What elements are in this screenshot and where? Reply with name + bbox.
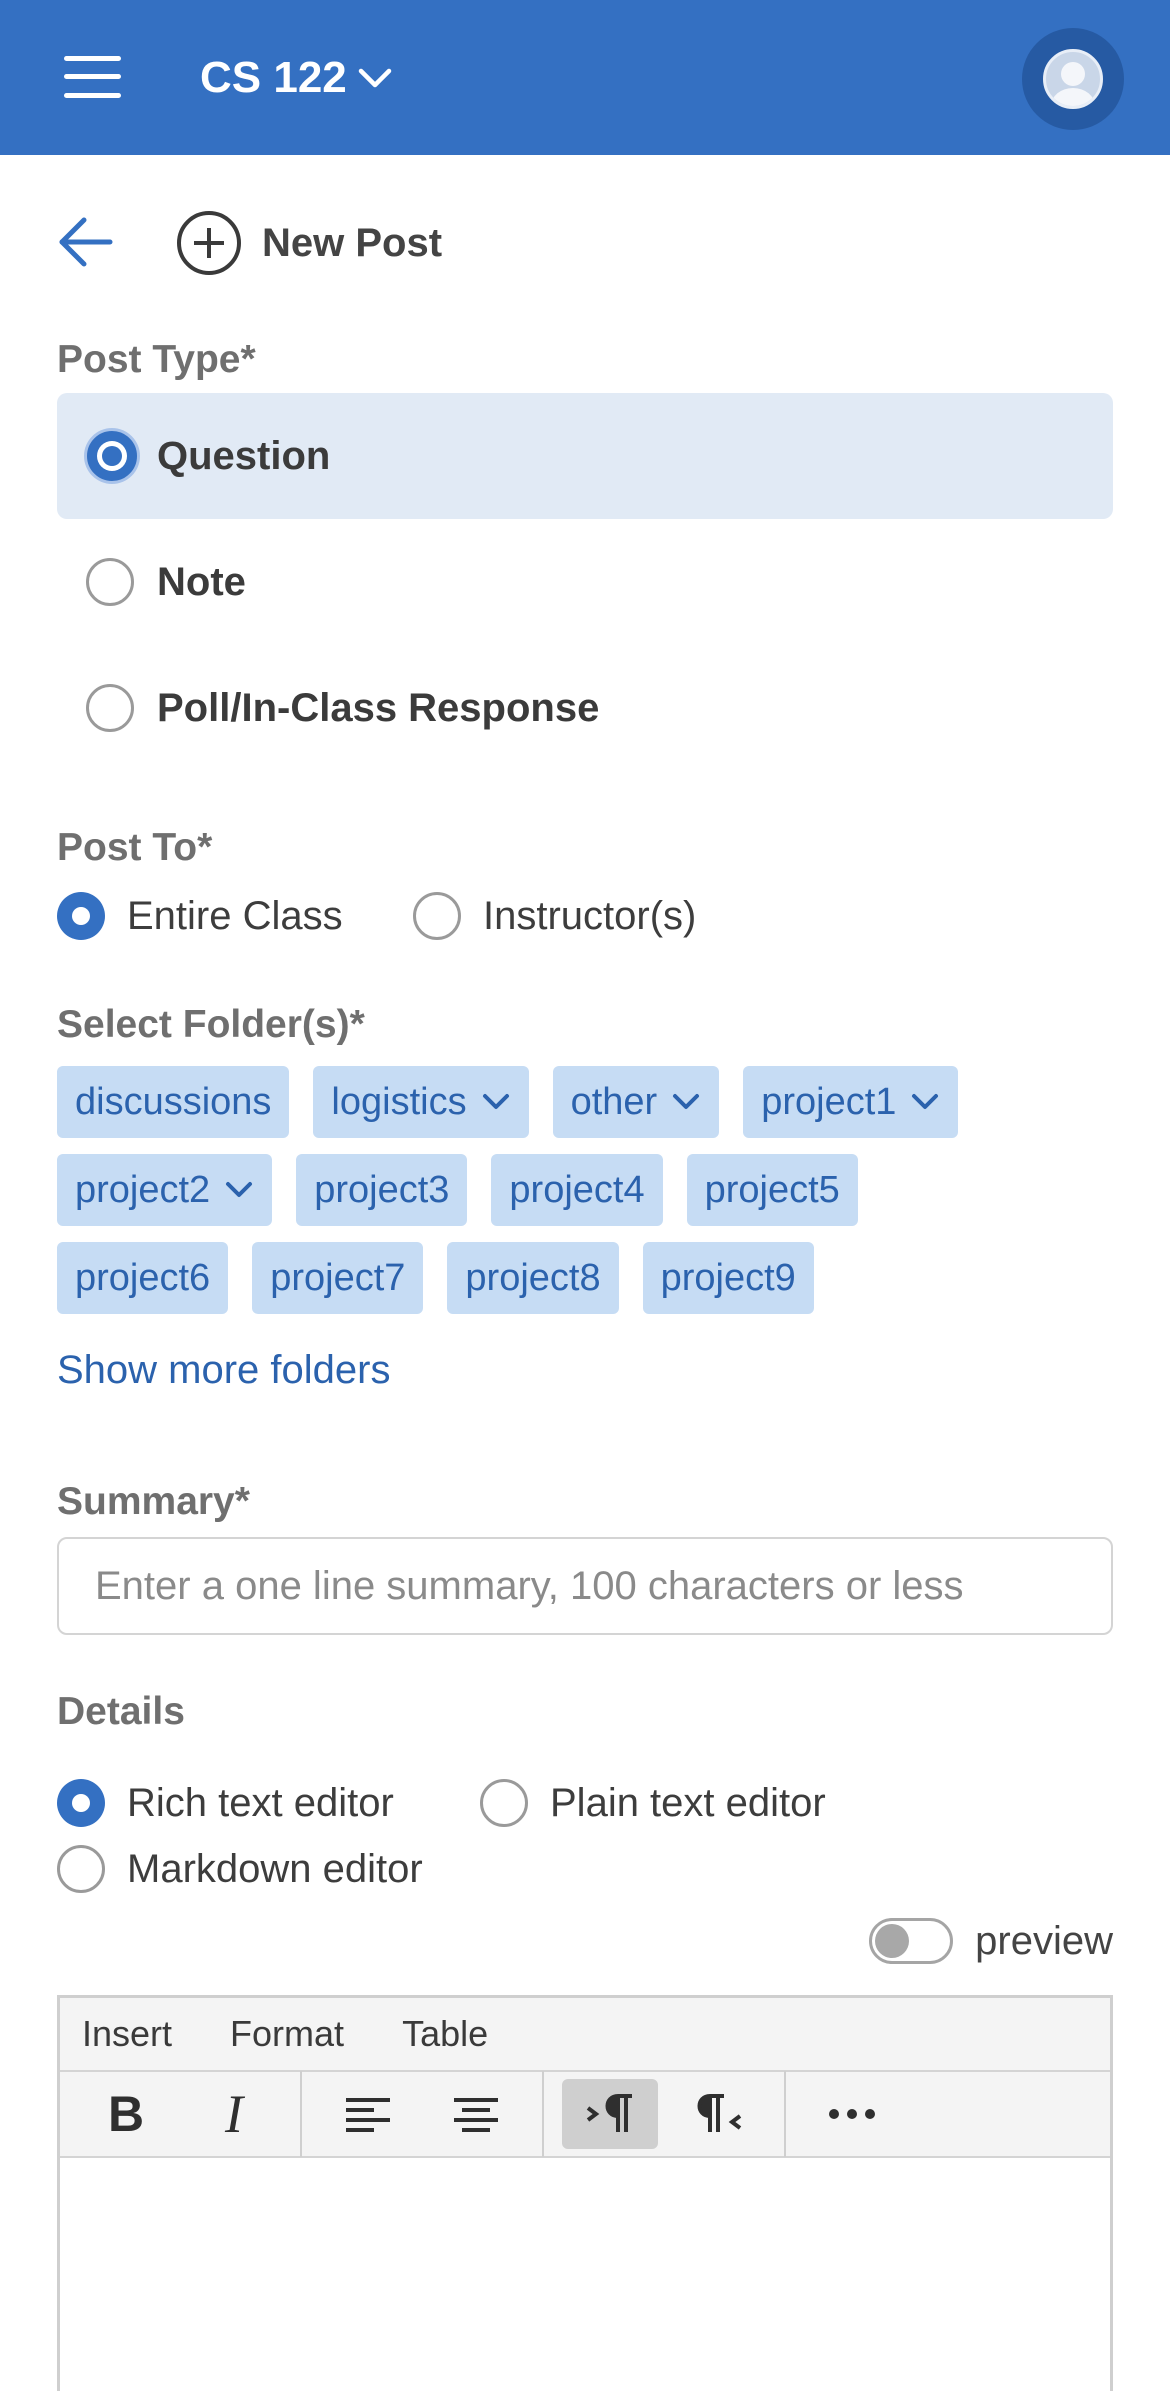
folder-chip-project3[interactable]: project3 xyxy=(296,1154,468,1226)
rich-text-editor: Insert Format Table B I xyxy=(57,1995,1113,2391)
post-type-note[interactable]: Note xyxy=(57,519,1113,645)
editor-option-markdown-label: Markdown editor xyxy=(127,1846,423,1891)
top-bar: CS 122 xyxy=(0,0,1170,155)
folder-chip-label: project9 xyxy=(660,1256,796,1299)
post-type-note-label: Note xyxy=(157,559,246,604)
radio-icon xyxy=(86,558,134,606)
folder-chip-label: project1 xyxy=(761,1080,897,1123)
user-avatar-icon xyxy=(1043,49,1103,109)
user-avatar-button[interactable] xyxy=(1022,28,1124,130)
folder-chip-label: project5 xyxy=(704,1168,840,1211)
post-to-label: Post To* xyxy=(57,826,213,869)
folder-chip-label: discussions xyxy=(75,1080,272,1123)
chevron-down-icon[interactable] xyxy=(910,1092,940,1112)
menu-insert[interactable]: Insert xyxy=(82,2013,172,2055)
arrow-left-icon[interactable] xyxy=(56,212,116,272)
chevron-down-icon[interactable] xyxy=(481,1092,511,1112)
folder-chip-label: project6 xyxy=(75,1256,211,1299)
align-left-icon[interactable] xyxy=(320,2079,416,2149)
post-type-question[interactable]: Question xyxy=(57,393,1113,519)
right-to-left-icon[interactable] xyxy=(670,2079,766,2149)
folder-chip-logistics[interactable]: logistics xyxy=(313,1066,529,1138)
editor-option-plain-label: Plain text editor xyxy=(550,1780,826,1825)
menu-format[interactable]: Format xyxy=(230,2013,344,2055)
folder-chip-label: project8 xyxy=(465,1256,601,1299)
radio-icon xyxy=(86,684,134,732)
folder-chip-project6[interactable]: project6 xyxy=(57,1242,229,1314)
editor-menubar: Insert Format Table xyxy=(60,1998,1110,2072)
summary-input[interactable] xyxy=(57,1537,1113,1635)
folder-chip-label: project4 xyxy=(509,1168,645,1211)
folder-chip-project9[interactable]: project9 xyxy=(642,1242,814,1314)
folder-chip-project1[interactable]: project1 xyxy=(743,1066,959,1138)
post-to-instructors[interactable]: Instructor(s) xyxy=(413,886,696,946)
summary-label: Summary* xyxy=(57,1480,250,1523)
folder-chips: discussions logistics other project1 pro… xyxy=(57,1066,1117,1330)
editor-option-rich-label: Rich text editor xyxy=(127,1780,394,1825)
folder-chip-label: logistics xyxy=(331,1080,467,1123)
folder-chip-project8[interactable]: project8 xyxy=(447,1242,619,1314)
menu-table[interactable]: Table xyxy=(402,2013,488,2055)
preview-toggle[interactable]: preview xyxy=(869,1918,1113,1964)
editor-toolbar: B I xyxy=(60,2071,1110,2158)
chevron-down-icon xyxy=(358,68,392,88)
page-title: New Post xyxy=(262,220,443,265)
folder-chip-label: project2 xyxy=(75,1168,211,1211)
post-type-label: Post Type* xyxy=(57,338,256,381)
post-type-question-label: Question xyxy=(157,433,331,478)
post-to-entire-class-label: Entire Class xyxy=(127,893,343,938)
folder-chip-discussions[interactable]: discussions xyxy=(57,1066,290,1138)
plus-circle-icon xyxy=(177,211,241,275)
folder-chip-project2[interactable]: project2 xyxy=(57,1154,273,1226)
bold-icon[interactable]: B xyxy=(78,2079,174,2149)
preview-label: preview xyxy=(975,1918,1113,1963)
editor-option-rich[interactable]: Rich text editor xyxy=(57,1773,394,1833)
folder-chip-other[interactable]: other xyxy=(552,1066,720,1138)
new-post-heading: New Post xyxy=(176,210,442,276)
folders-label: Select Folder(s)* xyxy=(57,1003,365,1046)
italic-icon[interactable]: I xyxy=(186,2079,282,2149)
chevron-down-icon[interactable] xyxy=(224,1180,254,1200)
radio-icon xyxy=(57,1845,105,1893)
folder-chip-label: other xyxy=(570,1080,658,1123)
editor-content-area[interactable] xyxy=(60,2158,1110,2391)
folder-chip-project4[interactable]: project4 xyxy=(491,1154,663,1226)
post-type-poll[interactable]: Poll/In-Class Response xyxy=(57,645,1113,771)
course-name: CS 122 xyxy=(200,53,347,102)
details-label: Details xyxy=(57,1690,185,1733)
folder-chip-project5[interactable]: project5 xyxy=(686,1154,858,1226)
bold-glyph: B xyxy=(107,2086,145,2142)
folder-chip-label: project3 xyxy=(314,1168,450,1211)
align-center-icon[interactable] xyxy=(428,2079,524,2149)
radio-selected-icon xyxy=(87,431,137,481)
post-to-instructors-label: Instructor(s) xyxy=(483,893,697,938)
folder-chip-project7[interactable]: project7 xyxy=(252,1242,424,1314)
chevron-down-icon[interactable] xyxy=(671,1092,701,1112)
toggle-switch[interactable] xyxy=(869,1918,954,1964)
italic-glyph: I xyxy=(225,2084,243,2144)
post-type-poll-label: Poll/In-Class Response xyxy=(157,685,600,730)
radio-icon xyxy=(480,1779,528,1827)
folder-chip-label: project7 xyxy=(270,1256,406,1299)
show-more-folders-link[interactable]: Show more folders xyxy=(57,1348,390,1393)
left-to-right-icon[interactable] xyxy=(562,2079,658,2149)
editor-option-markdown[interactable]: Markdown editor xyxy=(57,1839,423,1899)
radio-icon xyxy=(413,892,461,940)
radio-selected-icon xyxy=(57,892,105,940)
hamburger-icon[interactable] xyxy=(64,56,121,98)
editor-option-plain[interactable]: Plain text editor xyxy=(480,1773,826,1833)
more-horizontal-icon[interactable] xyxy=(804,2079,900,2149)
radio-selected-icon xyxy=(57,1779,105,1827)
post-to-entire-class[interactable]: Entire Class xyxy=(57,886,343,946)
course-switcher[interactable]: CS 122 xyxy=(200,48,393,108)
